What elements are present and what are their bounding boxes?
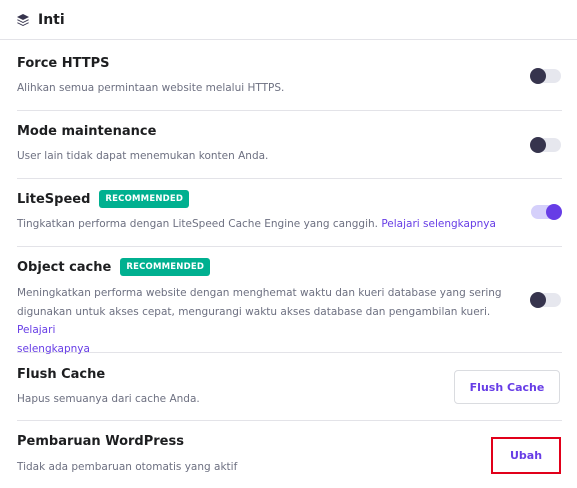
learn-more-link[interactable]: Pelajari [17,324,55,336]
setting-description: Tingkatkan performa dengan LiteSpeed Cac… [17,215,496,234]
setting-litespeed: LiteSpeed RECOMMENDED Tingkatkan perform… [17,179,562,247]
setting-label-text: Object cache [17,259,112,275]
change-button[interactable]: Ubah [491,437,561,474]
layers-icon [16,13,30,27]
description-line-text: digunakan untuk akses cepat, mengurangi … [17,305,491,318]
setting-label-text: LiteSpeed [17,191,91,207]
section-title: Inti [38,11,65,28]
description-line: digunakan untuk akses cepat, mengurangi … [17,303,522,340]
setting-wordpress-updates: Pembaruan WordPress Tidak ada pembaruan … [17,421,562,488]
setting-description: Tidak ada pembaruan otomatis yang aktif [17,461,238,473]
maintenance-mode-toggle[interactable] [530,137,561,153]
setting-label: Object cache RECOMMENDED [17,258,211,276]
description-line: Meningkatkan performa website dengan men… [17,287,502,299]
learn-more-link[interactable]: Pelajari selengkapnya [381,218,496,230]
recommended-badge: RECOMMENDED [120,258,211,276]
setting-object-cache: Object cache RECOMMENDED Meningkatkan pe… [17,247,562,355]
setting-label: Pembaruan WordPress [17,434,184,449]
setting-description: Alihkan semua permintaan website melalui… [17,82,285,94]
object-cache-toggle[interactable] [530,292,561,308]
setting-label: Force HTTPS [17,56,110,71]
setting-flush-cache: Flush Cache Hapus semuanya dari cache An… [17,353,562,421]
setting-maintenance-mode: Mode maintenance User lain tidak dapat m… [17,111,562,179]
setting-description: User lain tidak dapat menemukan konten A… [17,150,269,162]
flush-cache-button[interactable]: Flush Cache [454,370,560,404]
section-header: Inti [0,0,577,40]
setting-description: Meningkatkan performa website dengan men… [17,284,522,358]
setting-label: Mode maintenance [17,124,157,139]
setting-description-text: Tingkatkan performa dengan LiteSpeed Cac… [17,218,378,230]
recommended-badge: RECOMMENDED [99,190,190,208]
force-https-toggle[interactable] [530,68,561,84]
litespeed-toggle[interactable] [531,204,562,220]
setting-label: Flush Cache [17,367,106,382]
setting-description: Hapus semuanya dari cache Anda. [17,393,200,405]
setting-force-https: Force HTTPS Alihkan semua permintaan web… [17,41,562,111]
setting-label: LiteSpeed RECOMMENDED [17,190,190,208]
